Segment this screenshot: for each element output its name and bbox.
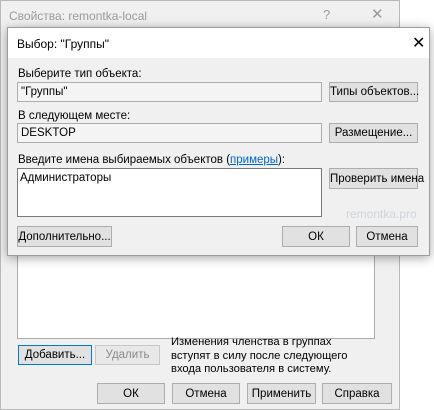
help-icon[interactable]: ? [323, 7, 330, 22]
add-button[interactable]: Добавить... [18, 345, 92, 365]
check-names-button[interactable]: Проверить имена [329, 168, 424, 189]
members-list[interactable] [17, 256, 375, 339]
close-icon[interactable]: ✕ [371, 5, 384, 23]
dialog-cancel-button[interactable]: Отмена [356, 226, 418, 247]
dialog-ok-button[interactable]: ОК [282, 226, 350, 247]
object-types-button[interactable]: Типы объектов... [329, 82, 419, 102]
dialog-titlebar: Выбор: "Группы" ✕ [8, 28, 429, 58]
apply-button[interactable]: Применить [247, 383, 316, 404]
object-type-field: "Группы" [17, 82, 322, 102]
location-field: DESKTOP [17, 123, 322, 143]
help-button[interactable]: Справка [322, 383, 392, 404]
ok-button[interactable]: ОК [97, 383, 165, 404]
properties-window-title: Свойства: remontka-local [9, 9, 148, 23]
dialog-close-icon[interactable]: ✕ [412, 33, 425, 53]
names-label-prefix: Введите имена выбираемых объектов ( [18, 154, 231, 166]
names-label-suffix: ): [278, 154, 286, 166]
object-type-label: Выберите тип объекта: [18, 68, 142, 80]
examples-link[interactable]: примеры [230, 154, 278, 166]
location-label: В следующем месте: [18, 110, 131, 122]
names-input[interactable]: Администраторы [17, 168, 322, 217]
location-button[interactable]: Размещение... [329, 123, 418, 143]
select-groups-dialog: Выбор: "Группы" ✕ Выберите тип объекта: … [7, 27, 430, 256]
dialog-title: Выбор: "Группы" [17, 37, 110, 51]
names-label: Введите имена выбираемых объектов (приме… [18, 154, 285, 166]
cancel-button[interactable]: Отмена [172, 383, 240, 404]
membership-note: Изменения членства в группах вступят в с… [171, 336, 348, 375]
watermark: remontka.pro [346, 207, 417, 221]
remove-button[interactable]: Удалить [95, 345, 160, 365]
advanced-button[interactable]: Дополнительно... [17, 226, 112, 247]
